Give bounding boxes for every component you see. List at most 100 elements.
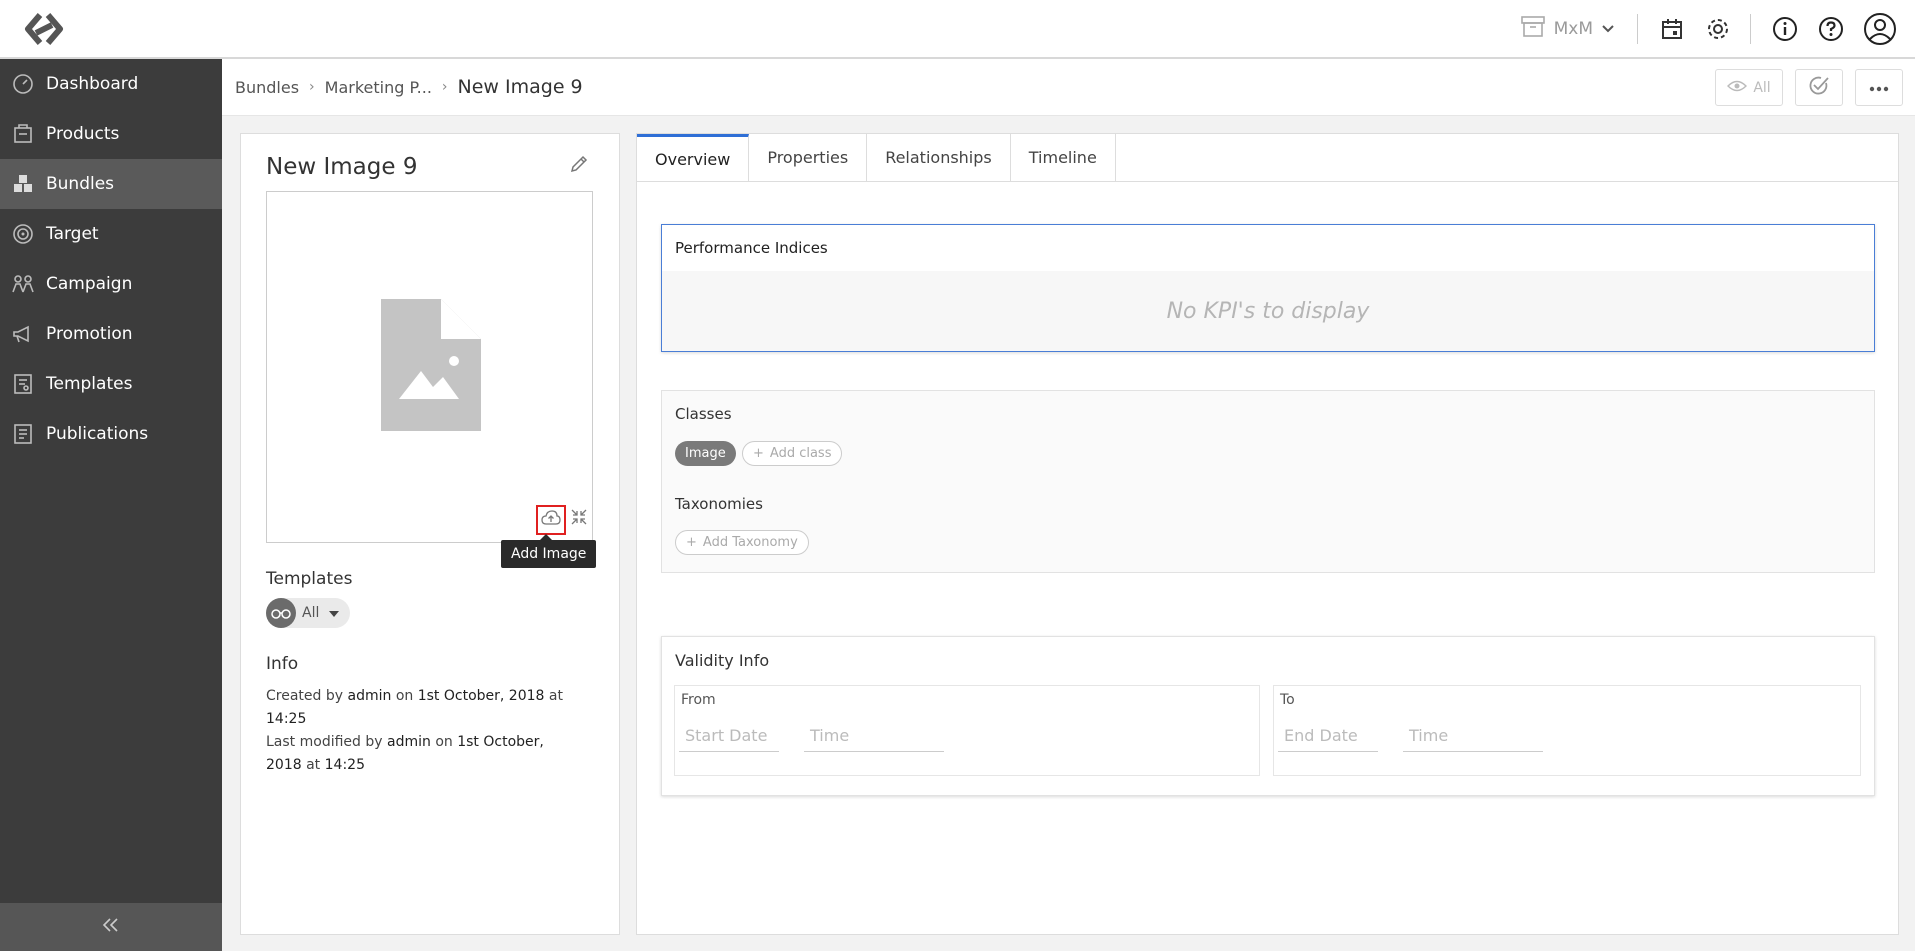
breadcrumb-bar: Bundles › Marketing P... › New Image 9 A… [222, 59, 1915, 116]
cloud-upload-icon [541, 510, 561, 530]
sidebar-item-label: Target [46, 224, 99, 244]
workspace-selector[interactable]: MxM [1520, 14, 1615, 43]
asset-title: New Image 9 [266, 154, 418, 180]
dashboard-icon [10, 71, 36, 97]
sidebar-item-promotion[interactable]: Promotion [0, 309, 222, 359]
archive-icon [1520, 14, 1546, 43]
view-filter-label: All [1753, 79, 1771, 96]
created-by: admin [347, 688, 392, 704]
calendar-icon[interactable] [1658, 15, 1686, 43]
gear-icon[interactable] [1704, 15, 1732, 43]
user-avatar-icon[interactable] [1863, 12, 1897, 46]
created-at-word: at [548, 688, 563, 704]
sidebar-item-label: Publications [46, 424, 149, 444]
shrink-icon [570, 508, 588, 530]
created-date: 1st October, 2018 [417, 688, 545, 704]
templates-value: All [302, 605, 320, 621]
sidebar-item-products[interactable]: Products [0, 109, 222, 159]
breadcrumb-bundles-link[interactable]: Bundles [235, 78, 299, 97]
tab-overview[interactable]: Overview [637, 134, 750, 181]
approve-button[interactable] [1795, 69, 1843, 106]
validity-from-group: From Start Date Time [674, 685, 1260, 776]
top-bar: MxM [0, 0, 1915, 59]
sidebar-item-publications[interactable]: Publications [0, 409, 222, 459]
asset-detail-panel: Overview Properties Relationships Timeli… [636, 133, 1899, 935]
sidebar-item-label: Dashboard [46, 74, 139, 94]
chevron-right-icon: › [441, 79, 448, 95]
plus-icon: + [686, 535, 697, 550]
upload-image-button[interactable] [536, 505, 566, 535]
to-label: To [1280, 692, 1295, 708]
tab-properties[interactable]: Properties [749, 134, 868, 181]
sidebar-item-bundles[interactable]: Bundles [0, 159, 222, 209]
shrink-button[interactable] [568, 507, 590, 531]
breadcrumb: Bundles › Marketing P... › New Image 9 [235, 59, 583, 115]
end-date-input[interactable]: End Date [1278, 720, 1378, 752]
validity-info-title: Validity Info [675, 651, 770, 670]
sidebar-item-label: Campaign [46, 274, 133, 294]
sidebar-item-dashboard[interactable]: Dashboard [0, 59, 222, 109]
info-label: Info [266, 654, 299, 674]
tab-relationships[interactable]: Relationships [867, 134, 1011, 181]
tab-timeline[interactable]: Timeline [1011, 134, 1116, 181]
app-logo-icon[interactable] [20, 9, 68, 49]
asset-info-text: Created by admin on 1st October, 2018 at… [266, 685, 606, 777]
info-icon[interactable] [1771, 15, 1799, 43]
add-class-button[interactable]: + Add class [742, 441, 843, 466]
chevron-down-icon [1601, 19, 1615, 39]
taxonomies-title: Taxonomies [675, 495, 763, 513]
image-preview [266, 191, 593, 543]
sidebar-item-label: Products [46, 124, 120, 144]
sidebar-item-campaign[interactable]: Campaign [0, 259, 222, 309]
add-taxonomy-button[interactable]: + Add Taxonomy [675, 530, 809, 555]
sidebar-item-label: Bundles [46, 174, 115, 194]
sidebar-item-templates[interactable]: Templates [0, 359, 222, 409]
from-label: From [681, 692, 716, 708]
modified-on-word: on [435, 734, 453, 750]
divider [1750, 13, 1751, 44]
view-filter-button[interactable]: All [1715, 69, 1783, 106]
pencil-icon[interactable] [569, 154, 589, 174]
created-time: 14:25 [266, 711, 307, 727]
class-chip-image[interactable]: Image [675, 441, 736, 466]
plus-icon: + [753, 446, 764, 461]
modified-date: 1st October, [457, 734, 544, 750]
eye-icon [1727, 79, 1748, 97]
products-icon [10, 121, 36, 147]
kpi-empty-message: No KPI's to display [662, 271, 1874, 351]
templates-label: Templates [266, 569, 353, 589]
performance-indices-panel: Performance Indices No KPI's to display [661, 224, 1875, 352]
modified-year: 2018 [266, 757, 302, 773]
publications-icon [10, 421, 36, 447]
sidebar-item-target[interactable]: Target [0, 209, 222, 259]
add-class-label: Add class [769, 446, 832, 461]
classes-panel: Classes Image + Add class Taxonomies + A… [661, 390, 1875, 573]
sidebar-item-label: Promotion [46, 324, 133, 344]
performance-indices-title: Performance Indices [675, 239, 828, 257]
bundles-icon [10, 171, 36, 197]
validity-info-panel: Validity Info From Start Date Time To En… [661, 636, 1875, 796]
help-icon[interactable] [1817, 15, 1845, 43]
double-chevron-left-icon [102, 917, 120, 937]
add-taxonomy-label: Add Taxonomy [702, 535, 798, 550]
more-horizontal-icon [1869, 80, 1889, 96]
from-time-input[interactable]: Time [804, 720, 944, 752]
created-on-word: on [395, 688, 414, 704]
sidebar: Dashboard Products Bundles Target Campai… [0, 59, 222, 951]
add-image-tooltip: Add Image [501, 534, 597, 568]
modified-time: 14:25 [324, 757, 365, 773]
collapse-sidebar-button[interactable] [0, 903, 222, 951]
start-date-input[interactable]: Start Date [679, 720, 779, 752]
more-options-button[interactable] [1855, 69, 1903, 106]
workspace-label: MxM [1553, 18, 1593, 39]
validity-to-group: To End Date Time [1273, 685, 1861, 776]
caret-down-icon [329, 605, 340, 621]
templates-icon [10, 371, 36, 397]
created-prefix: Created by [266, 688, 344, 704]
modified-by: admin [387, 734, 431, 750]
breadcrumb-marketing-link[interactable]: Marketing P... [325, 78, 432, 97]
to-time-input[interactable]: Time [1403, 720, 1543, 752]
image-placeholder-icon [381, 299, 481, 435]
templates-dropdown[interactable]: All [266, 598, 350, 628]
divider [1637, 13, 1638, 44]
